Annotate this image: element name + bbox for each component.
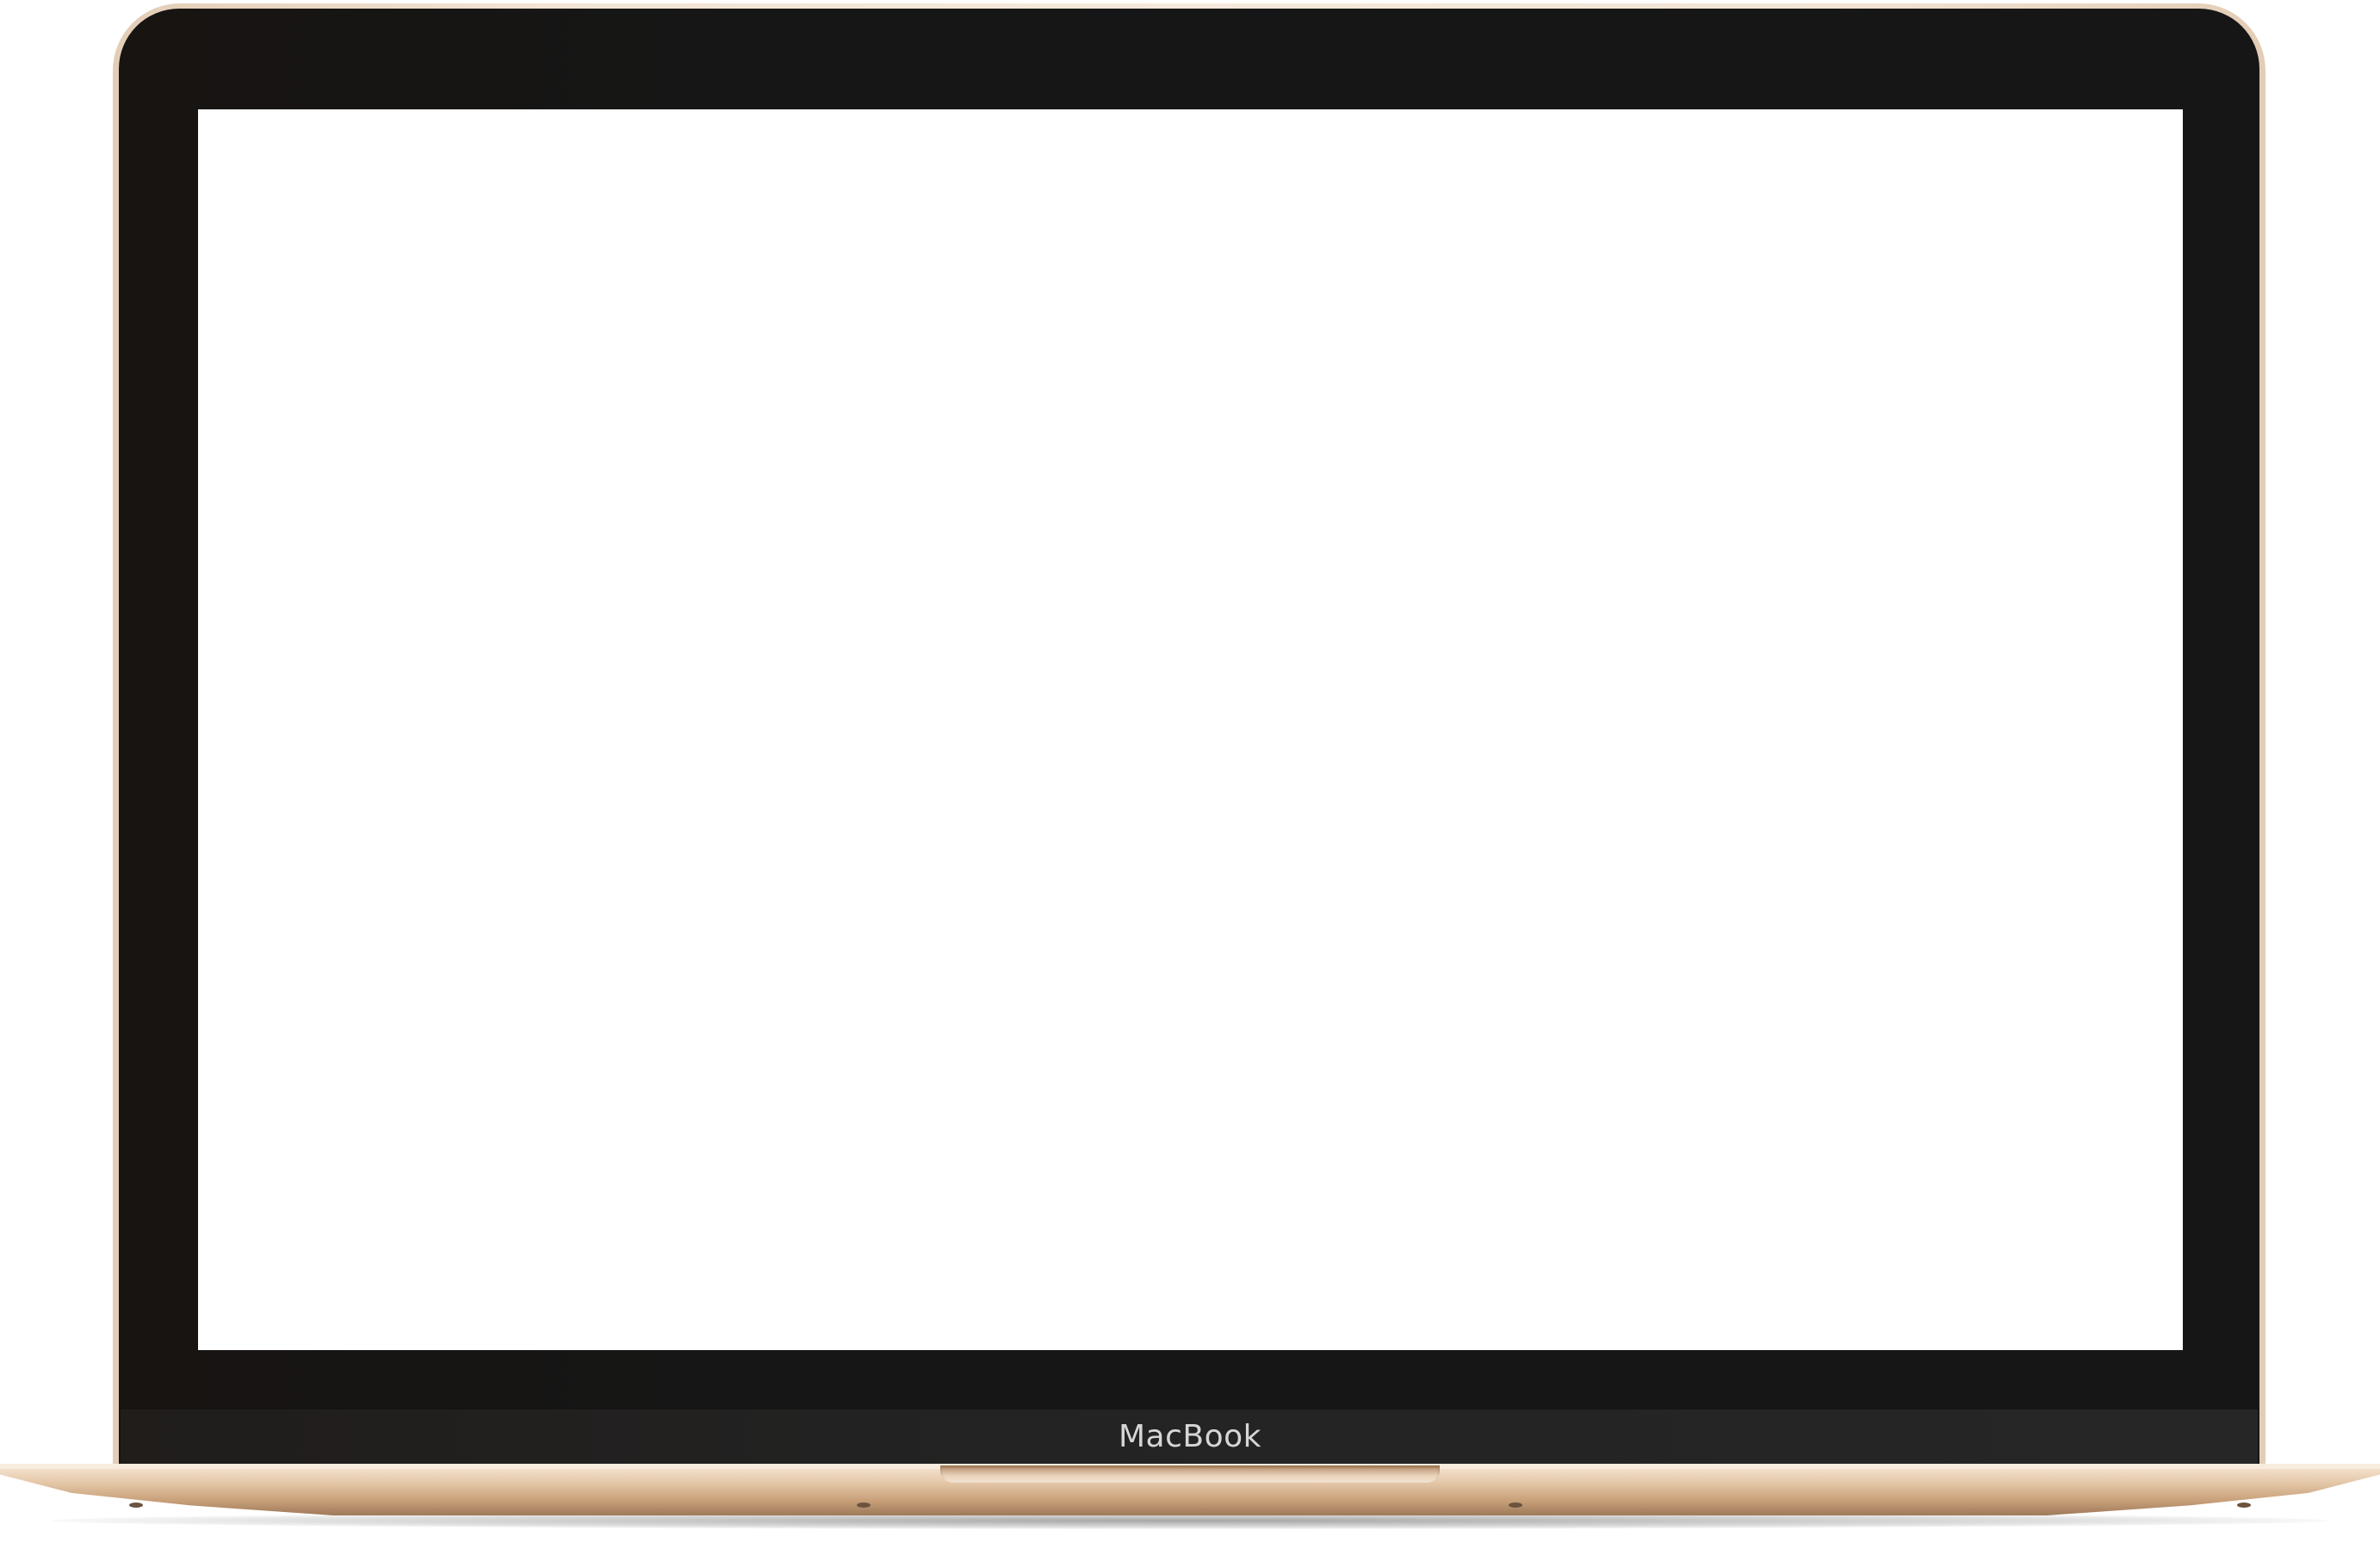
rubber-foot bbox=[1509, 1503, 1522, 1508]
rubber-foot bbox=[129, 1503, 143, 1508]
laptop-screen bbox=[198, 109, 2183, 1350]
device-brand-label: MacBook bbox=[1118, 1419, 1261, 1454]
rubber-foot bbox=[857, 1503, 871, 1508]
lid-opening-notch bbox=[940, 1465, 1440, 1483]
rubber-foot bbox=[2237, 1503, 2251, 1508]
